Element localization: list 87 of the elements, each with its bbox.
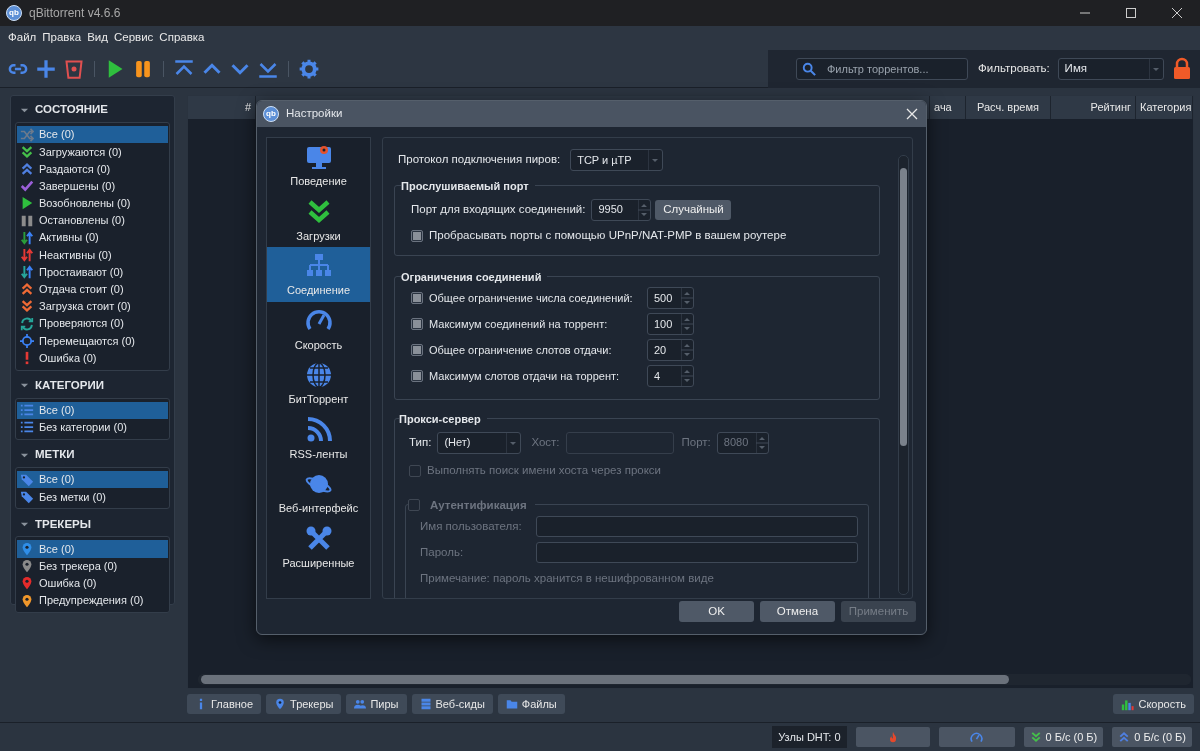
column-header[interactable]: ача [930, 96, 966, 119]
field-label: Тип: [409, 434, 432, 450]
filter-label: Фильтровать: [978, 60, 1050, 76]
settings-category[interactable]: Веб-интерфейс [267, 465, 370, 520]
sidebar-item[interactable]: Все (0) [17, 126, 168, 144]
field-label: Протокол подключения пиров: [398, 152, 561, 168]
menu-item[interactable]: Справка [156, 29, 208, 47]
settings-category[interactable]: Поведение [267, 138, 370, 193]
sidebar-item[interactable]: Все (0) [17, 401, 168, 419]
spin-field[interactable]: 4 [647, 365, 694, 387]
settings-category[interactable]: БитТоррент [267, 356, 370, 411]
sidebar-item[interactable]: Без категории (0) [17, 418, 168, 436]
speed-button[interactable]: Скорость [1113, 694, 1194, 714]
detail-tab[interactable]: Пиры [346, 694, 407, 714]
proxy-type-dropdown[interactable]: (Нет) [437, 431, 522, 454]
search-field[interactable]: Фильтр торрентов... [796, 57, 968, 80]
sidebar-item[interactable]: Завершены (0) [17, 177, 168, 195]
spin-field[interactable]: 20 [647, 339, 694, 361]
checkbox-label: Выполнять поиск имени хоста через прокси [427, 462, 661, 478]
checkbox-label: Пробрасывать порты с помощью UPnP/NAT-PMP в вашем роутере [429, 227, 787, 243]
sidebar-item[interactable]: Ошибка (0) [17, 574, 168, 592]
column-header[interactable]: Категория [1136, 96, 1193, 119]
spin-field: 8080 [716, 431, 769, 454]
sidebar-item[interactable]: Раздаются (0) [17, 160, 168, 178]
settings-category[interactable]: Соединение [267, 247, 370, 302]
sidebar-item[interactable]: Неактивны (0) [17, 246, 168, 264]
checkbox-label: Максимум слотов отдачи на торрент: [429, 368, 621, 384]
checkbox-label: Максимум соединений на торрент: [429, 316, 609, 332]
settings-category[interactable]: Расширенные [267, 519, 370, 574]
field-label: Хост: [531, 434, 560, 450]
download-speed-button[interactable]: 0 Б/с (0 Б) [1023, 727, 1104, 747]
sidebar-item[interactable]: Ошибка (0) [17, 349, 168, 367]
sidebar-item[interactable]: Все (0) [17, 471, 168, 489]
sidebar-item[interactable]: Проверяются (0) [17, 315, 168, 333]
sidebar-item[interactable]: Простаивают (0) [17, 263, 168, 281]
spin-field[interactable]: 9950 [591, 198, 652, 221]
sidebar-item[interactable]: Загрузка стоит (0) [17, 297, 168, 316]
sidebar-item[interactable]: Предупреждения (0) [17, 591, 168, 610]
detail-tab[interactable]: Веб-сиды [411, 694, 493, 714]
section-title: МЕТКИ [35, 447, 75, 463]
spin-field[interactable]: 500 [647, 287, 694, 309]
sidebar-item[interactable]: Остановлены (0) [17, 211, 168, 230]
sidebar-item[interactable]: Все (0) [17, 540, 168, 558]
detail-tab[interactable]: Трекеры [266, 694, 342, 714]
column-header[interactable]: # [188, 96, 256, 119]
field-label: Имя пользователя: [420, 519, 523, 535]
dialog-button: Применить [841, 601, 916, 622]
window-title: qBittorrent v4.6.6 [29, 5, 121, 22]
detail-tab[interactable]: Файлы [497, 694, 565, 714]
section-title: ТРЕКЕРЫ [35, 516, 91, 532]
column-header[interactable]: Расч. время [966, 96, 1051, 119]
sidebar-item[interactable]: Активны (0) [17, 229, 168, 247]
random-button[interactable]: Случайный [655, 199, 732, 220]
spin-field[interactable]: 100 [647, 313, 694, 335]
filter-dropdown[interactable]: Имя [1057, 57, 1164, 80]
field-label: Порт: [681, 434, 711, 450]
dht-status: Узлы DHT: 0 [772, 726, 847, 748]
column-header[interactable]: Рейтинг [1051, 96, 1136, 119]
checkbox-label: Общее ограничение числа соединений: [429, 290, 634, 306]
note-text: Примечание: пароль хранится в нешифрованном виде [420, 571, 714, 587]
app-logo: qb [6, 5, 22, 21]
dialog-title: Настройки [286, 106, 343, 122]
sidebar-item[interactable]: Перемещаются (0) [17, 332, 168, 350]
section-title: КАТЕГОРИИ [35, 378, 104, 393]
sidebar-item[interactable]: Возобновлены (0) [17, 194, 168, 212]
settings-category[interactable]: RSS-ленты [267, 410, 370, 465]
upload-speed-button[interactable]: 0 Б/с (0 Б) [1112, 727, 1192, 747]
field-label: Пароль: [420, 545, 465, 561]
app-logo: qb [263, 106, 279, 122]
menu-item[interactable]: Файл [5, 29, 40, 47]
field-label: Порт для входящих соединений: [411, 201, 586, 217]
sidebar-item[interactable]: Без трекера (0) [17, 557, 168, 575]
menu-item[interactable]: Сервис [110, 29, 157, 47]
sidebar-item[interactable]: Загружаются (0) [17, 143, 168, 161]
menu-item[interactable]: Правка [39, 29, 85, 47]
detail-tab[interactable]: Главное [187, 694, 262, 714]
section-title: СОСТОЯНИЕ [35, 102, 109, 118]
settings-category[interactable]: Загрузки [267, 192, 370, 247]
protocol-dropdown[interactable]: TCP и µTP [570, 149, 664, 171]
checkbox-label: Общее ограничение слотов отдачи: [429, 342, 613, 358]
menu-item[interactable]: Вид [84, 29, 111, 47]
dialog-button[interactable]: Отмена [760, 601, 835, 622]
dialog-button[interactable]: OK [679, 601, 754, 622]
settings-category[interactable]: Скорость [267, 301, 370, 356]
sidebar-item[interactable]: Отдача стоит (0) [17, 280, 168, 298]
sidebar-item[interactable]: Без метки (0) [17, 488, 168, 506]
group-title: Аутентификация [430, 497, 527, 513]
